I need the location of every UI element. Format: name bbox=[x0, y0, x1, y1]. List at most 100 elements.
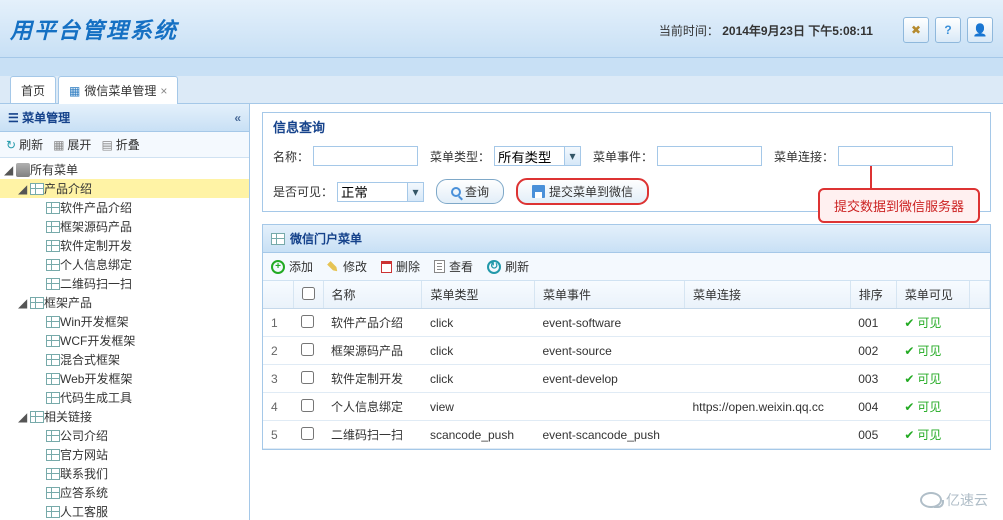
tree-node-framework[interactable]: ◢框架产品 bbox=[0, 293, 249, 312]
cell-visible: ✔可见 bbox=[896, 421, 969, 449]
visible-combo[interactable]: ▾ bbox=[337, 182, 424, 202]
tree-node[interactable]: 个人信息绑定 bbox=[0, 255, 249, 274]
edit-button[interactable]: 修改 bbox=[327, 258, 367, 275]
expand-button[interactable]: ▦展开 bbox=[53, 136, 91, 153]
grid-icon bbox=[46, 278, 60, 290]
cell-name: 二维码扫一扫 bbox=[323, 421, 422, 449]
cell-name: 框架源码产品 bbox=[323, 337, 422, 365]
tree-node[interactable]: WCF开发框架 bbox=[0, 331, 249, 350]
cell-type: click bbox=[422, 309, 535, 337]
row-checkbox[interactable] bbox=[301, 399, 314, 412]
col-order[interactable]: 排序 bbox=[850, 281, 896, 309]
check-icon: ✔ bbox=[904, 344, 914, 358]
tree-node[interactable]: 代码生成工具 bbox=[0, 388, 249, 407]
tree-node-product[interactable]: ◢产品介绍 bbox=[0, 179, 249, 198]
table-row[interactable]: 4个人信息绑定viewhttps://open.weixin.qq.cc004✔… bbox=[263, 393, 990, 421]
table-row[interactable]: 5二维码扫一扫scancode_pushevent-scancode_push0… bbox=[263, 421, 990, 449]
cloud-icon bbox=[920, 492, 942, 508]
tree-node[interactable]: 联系我们 bbox=[0, 464, 249, 483]
tab-close-icon[interactable]: × bbox=[160, 84, 167, 98]
table-row[interactable]: 3软件定制开发clickevent-develop003✔可见 bbox=[263, 365, 990, 393]
help-icon[interactable]: ? bbox=[935, 17, 961, 43]
cell-visible: ✔可见 bbox=[896, 365, 969, 393]
collapse-all-button[interactable]: ▤折叠 bbox=[101, 136, 139, 153]
cell-link bbox=[684, 337, 850, 365]
tree-node[interactable]: 混合式框架 bbox=[0, 350, 249, 369]
cell-name: 个人信息绑定 bbox=[323, 393, 422, 421]
user-icon[interactable]: 👤 bbox=[967, 17, 993, 43]
tree-node[interactable]: Win开发框架 bbox=[0, 312, 249, 331]
cell-order: 005 bbox=[850, 421, 896, 449]
tree-node[interactable]: Web开发框架 bbox=[0, 369, 249, 388]
app-logo: 用平台管理系统 bbox=[10, 13, 178, 45]
chevron-down-icon[interactable]: ▾ bbox=[564, 146, 581, 166]
link-input[interactable] bbox=[838, 146, 953, 166]
row-checkbox[interactable] bbox=[301, 427, 314, 440]
event-label: 菜单事件： bbox=[593, 148, 653, 165]
submit-wechat-button[interactable]: 提交菜单到微信 bbox=[516, 178, 649, 205]
data-grid: 名称 菜单类型 菜单事件 菜单连接 排序 菜单可见 1 软件产品介绍clickev… bbox=[263, 281, 990, 449]
col-link[interactable]: 菜单连接 bbox=[684, 281, 850, 309]
grid-title: 微信门户菜单 bbox=[263, 225, 990, 253]
app-header: 用平台管理系统 当前时间： 2014年9月23日 下午5:08:11 ✖ ? 👤 bbox=[0, 0, 1003, 58]
cell-event: event-software bbox=[534, 309, 684, 337]
tree-root[interactable]: ◢所有菜单 bbox=[0, 160, 249, 179]
tree-node[interactable]: 官方网站 bbox=[0, 445, 249, 464]
col-event[interactable]: 菜单事件 bbox=[534, 281, 684, 309]
link-label: 菜单连接： bbox=[774, 148, 834, 165]
select-all-checkbox[interactable] bbox=[302, 287, 315, 300]
tree-node-links[interactable]: ◢相关链接 bbox=[0, 407, 249, 426]
tab-wechat-menu[interactable]: ▦ 微信菜单管理 × bbox=[58, 76, 178, 104]
time-value: 2014年9月23日 下午5:08:11 bbox=[722, 24, 873, 38]
tree-node[interactable]: 人工客服 bbox=[0, 502, 249, 518]
cell-checkbox bbox=[293, 337, 323, 365]
name-input[interactable] bbox=[313, 146, 418, 166]
check-icon: ✔ bbox=[904, 428, 914, 442]
header-icons: ✖ ? 👤 bbox=[903, 17, 993, 43]
event-input[interactable] bbox=[657, 146, 762, 166]
col-type[interactable]: 菜单类型 bbox=[422, 281, 535, 309]
delete-button[interactable]: 删除 bbox=[381, 258, 420, 275]
tree-node[interactable]: 二维码扫一扫 bbox=[0, 274, 249, 293]
grid-icon bbox=[30, 183, 44, 195]
add-button[interactable]: +添加 bbox=[271, 258, 313, 275]
pencil-icon bbox=[325, 258, 342, 275]
grid-icon bbox=[46, 468, 60, 480]
table-row[interactable]: 1软件产品介绍clickevent-software001✔可见 bbox=[263, 309, 990, 337]
search-button[interactable]: 查询 bbox=[436, 179, 504, 204]
tree-node[interactable]: 公司介绍 bbox=[0, 426, 249, 445]
refresh-button[interactable]: ↻刷新 bbox=[6, 136, 43, 153]
save-icon bbox=[532, 185, 545, 198]
row-checkbox[interactable] bbox=[301, 315, 314, 328]
tree-node[interactable]: 框架源码产品 bbox=[0, 217, 249, 236]
server-icon bbox=[16, 163, 30, 177]
col-visible[interactable]: 菜单可见 bbox=[896, 281, 969, 309]
refresh-button[interactable]: ↻刷新 bbox=[487, 258, 529, 275]
col-checkbox bbox=[293, 281, 323, 309]
table-row[interactable]: 2框架源码产品clickevent-source002✔可见 bbox=[263, 337, 990, 365]
sidebar-collapse-icon[interactable]: « bbox=[234, 111, 241, 125]
cell-type: view bbox=[422, 393, 535, 421]
tree-node[interactable]: 应答系统 bbox=[0, 483, 249, 502]
row-checkbox[interactable] bbox=[301, 371, 314, 384]
tree-node[interactable]: 软件定制开发 bbox=[0, 236, 249, 255]
tools-icon[interactable]: ✖ bbox=[903, 17, 929, 43]
grid-icon bbox=[46, 449, 60, 461]
cell-name: 软件定制开发 bbox=[323, 365, 422, 393]
col-name[interactable]: 名称 bbox=[323, 281, 422, 309]
visible-combo-input[interactable] bbox=[337, 182, 407, 202]
tab-home[interactable]: 首页 bbox=[10, 76, 56, 103]
chevron-down-icon[interactable]: ▾ bbox=[407, 182, 424, 202]
cell-rownum: 1 bbox=[263, 309, 293, 337]
cell-visible: ✔可见 bbox=[896, 309, 969, 337]
type-combo-input[interactable] bbox=[494, 146, 564, 166]
view-button[interactable]: 查看 bbox=[434, 258, 473, 275]
type-combo[interactable]: ▾ bbox=[494, 146, 581, 166]
sidebar: ☰ 菜单管理 « ↻刷新 ▦展开 ▤折叠 ◢所有菜单 ◢产品介绍 软件产品介绍 … bbox=[0, 104, 250, 520]
row-checkbox[interactable] bbox=[301, 343, 314, 356]
grid-icon bbox=[46, 430, 60, 442]
cell-type: click bbox=[422, 337, 535, 365]
tree-node[interactable]: 软件产品介绍 bbox=[0, 198, 249, 217]
cell-name: 软件产品介绍 bbox=[323, 309, 422, 337]
grid-icon bbox=[46, 221, 60, 233]
